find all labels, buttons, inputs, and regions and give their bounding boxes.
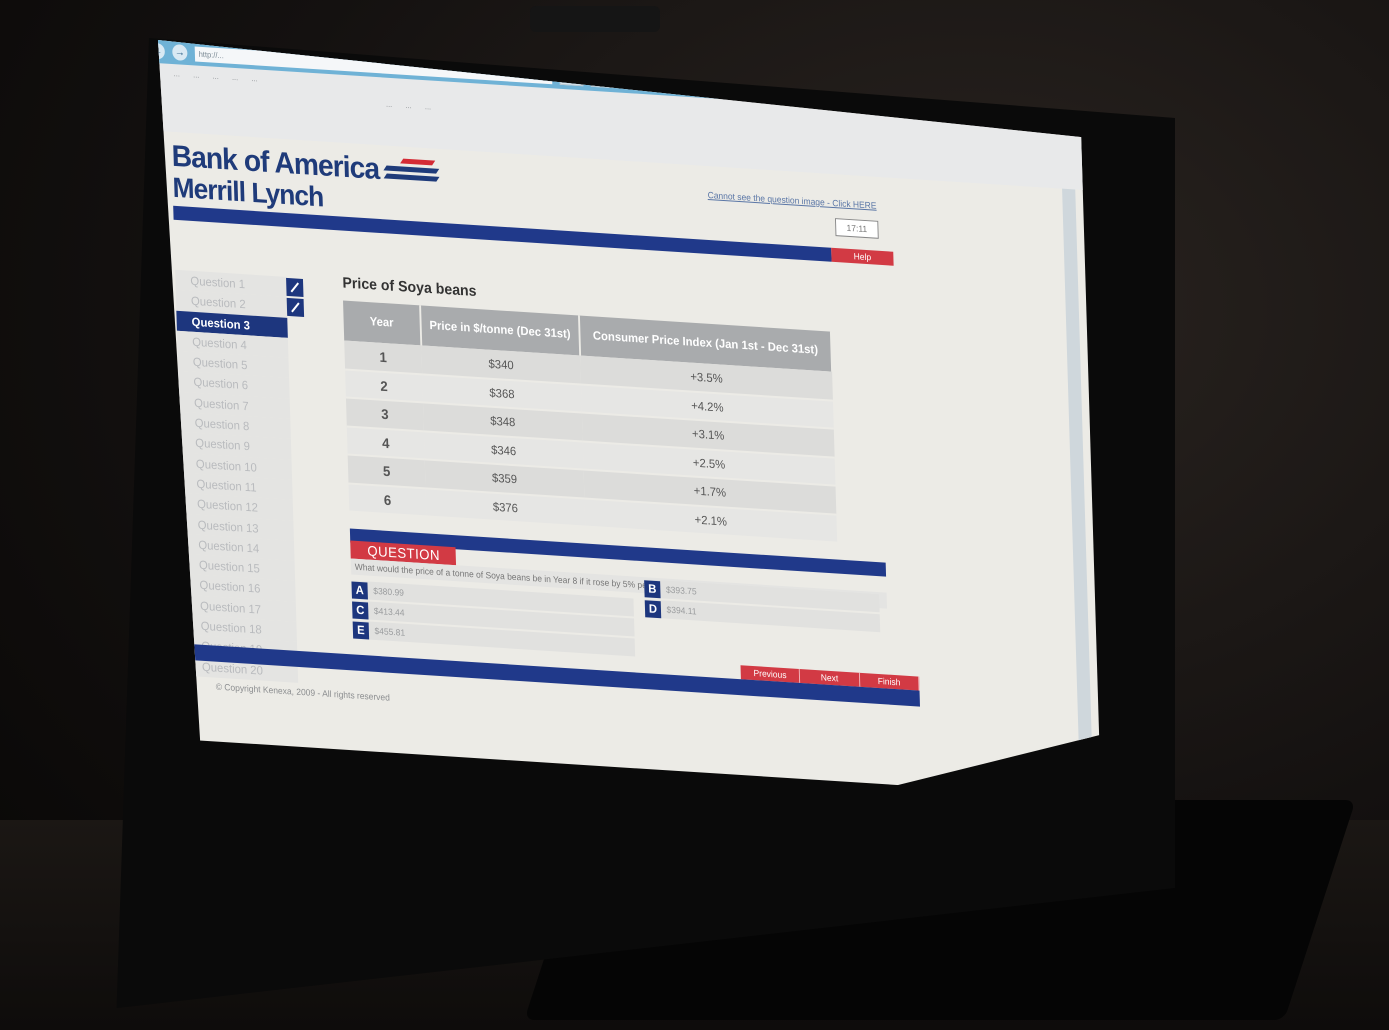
toolbar-item[interactable]: ... [405, 100, 412, 109]
option-letter: C [352, 600, 369, 619]
option-value: $393.75 [665, 584, 697, 597]
menu-item[interactable]: ... [173, 69, 180, 78]
option-letter: D [644, 599, 662, 618]
column-header-year: Year [343, 300, 422, 346]
answered-check-icon [286, 298, 305, 318]
vertical-scrollbar[interactable] [1062, 188, 1094, 790]
question-title: Price of Soya beans [342, 274, 477, 301]
webcam [530, 6, 660, 32]
data-table: Year Price in $/tonne (Dec 31st) Consume… [343, 300, 838, 543]
header-bar [173, 205, 832, 262]
option-letter: A [351, 580, 368, 599]
year-cell: 6 [348, 482, 427, 517]
menu-item[interactable]: ... [193, 70, 200, 79]
option-value: $394.11 [666, 604, 697, 617]
menu-item[interactable]: ... [212, 71, 219, 80]
question-sidebar: Question 1 Question 2 Question 3 Questio… [175, 269, 305, 683]
flag-icon [383, 155, 440, 188]
menu-item[interactable]: ... [251, 74, 258, 83]
cant-see-image-link[interactable]: Cannot see the question image - Click HE… [707, 190, 876, 211]
menu-item[interactable]: ... [232, 72, 239, 81]
toolbar-item[interactable]: ... [425, 102, 432, 111]
copyright-text: © Copyright Kenexa, 2009 - All rights re… [215, 681, 391, 703]
option-value: $455.81 [374, 625, 406, 638]
option-letter: E [352, 620, 370, 639]
option-value: $413.44 [373, 605, 405, 618]
timer: 17:11 [834, 218, 879, 239]
toolbar-item[interactable]: ... [386, 99, 393, 108]
answered-check-icon [286, 277, 304, 297]
monitor-screen: ← → http://... ... ... ... ... ... ... .… [158, 40, 1101, 798]
option-letter: B [644, 579, 661, 598]
forward-button[interactable]: → [172, 44, 188, 61]
help-button[interactable]: Help [831, 247, 894, 266]
option-value: $380.99 [373, 585, 405, 598]
